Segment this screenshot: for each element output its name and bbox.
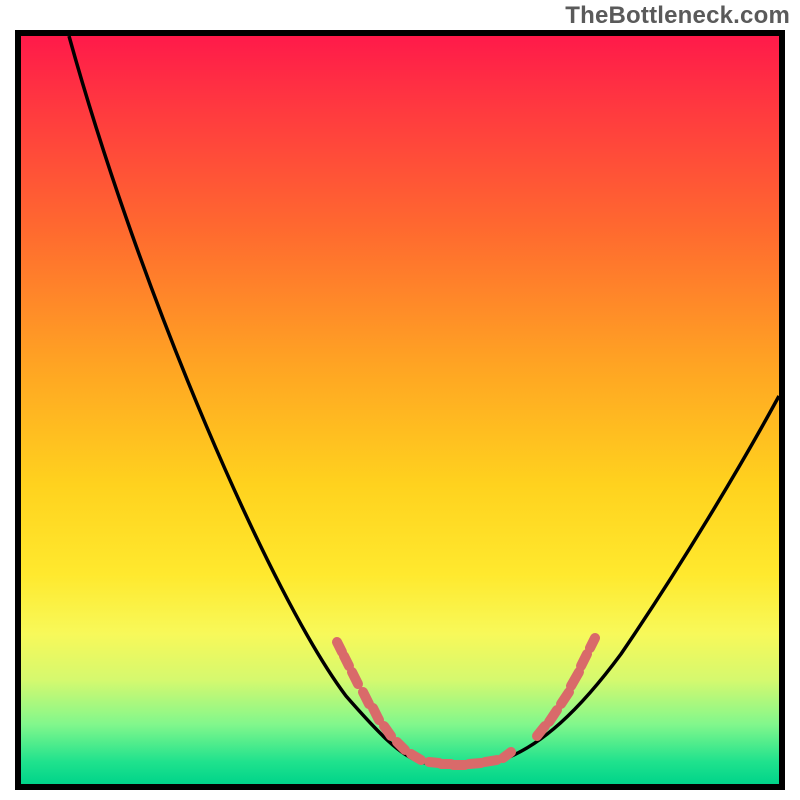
curve-right [496,396,779,762]
watermark-text: TheBottleneck.com [565,2,790,30]
bottleneck-curve [21,36,779,784]
chart-frame [15,30,785,790]
curve-left [69,36,421,762]
valley-markers [337,638,595,765]
